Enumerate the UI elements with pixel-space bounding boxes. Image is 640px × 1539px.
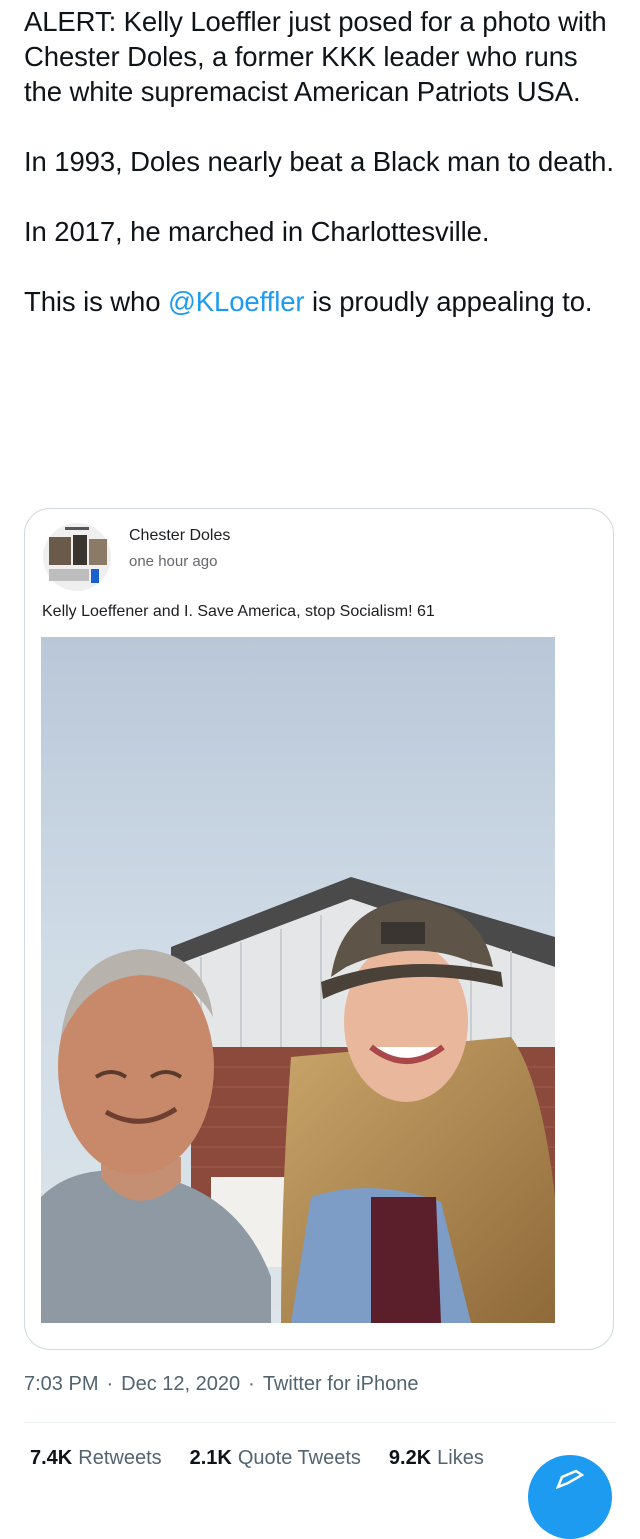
- quote-tweets-stat[interactable]: 2.1K Quote Tweets: [190, 1447, 361, 1470]
- quoted-post-text: Kelly Loeffener and I. Save America, sto…: [42, 603, 435, 620]
- tweet-text-segment: is proudly appealing to.: [304, 286, 593, 317]
- retweets-label: Retweets: [78, 1447, 162, 1469]
- selfie-photo[interactable]: [41, 637, 555, 1323]
- quoted-author-name[interactable]: Chester Doles: [129, 527, 230, 545]
- quote-tweets-label: Quote Tweets: [237, 1447, 361, 1469]
- quote-tweets-count: 2.1K: [189, 1447, 232, 1469]
- mention-link[interactable]: @KLoeffler: [168, 286, 305, 317]
- tweet-source[interactable]: Twitter for iPhone: [263, 1373, 419, 1396]
- divider: [24, 1422, 616, 1423]
- tweet-paragraph: ALERT: Kelly Loeffler just posed for a p…: [24, 6, 607, 107]
- quoted-post-card[interactable]: Chester Doles one hour ago Kelly Loeffen…: [24, 508, 614, 1350]
- separator: ·: [106, 1373, 114, 1395]
- tweet-paragraph: In 2017, he marched in Charlottesville.: [24, 216, 490, 247]
- tweet-timestamp: 7:03 PM · Dec 12, 2020 · Twitter for iPh…: [24, 1373, 418, 1396]
- likes-stat[interactable]: 9.2K Likes: [389, 1447, 484, 1470]
- tweet-time[interactable]: 7:03 PM: [24, 1373, 98, 1396]
- separator: ·: [248, 1373, 255, 1395]
- compose-button[interactable]: [528, 1455, 612, 1539]
- quoted-post-time[interactable]: one hour ago: [129, 553, 217, 570]
- retweets-stat[interactable]: 7.4K Retweets: [30, 1447, 162, 1470]
- compose-icon: [556, 1469, 584, 1489]
- tweet-paragraph: In 1993, Doles nearly beat a Black man t…: [24, 146, 614, 177]
- tweet-text-segment: This is who: [24, 286, 168, 317]
- likes-label: Likes: [437, 1447, 484, 1469]
- retweets-count: 7.4K: [30, 1447, 73, 1469]
- tweet-stats: 7.4K Retweets 2.1K Quote Tweets 9.2K Likes: [30, 1447, 484, 1470]
- likes-count: 9.2K: [388, 1447, 432, 1469]
- tweet-date[interactable]: Dec 12, 2020: [121, 1373, 240, 1396]
- avatar-image: [39, 519, 115, 595]
- tweet-paragraph: This is who @KLoeffler is proudly appeal…: [24, 284, 620, 319]
- tweet-body: ALERT: Kelly Loeffler just posed for a p…: [24, 4, 620, 319]
- avatar[interactable]: [39, 519, 115, 595]
